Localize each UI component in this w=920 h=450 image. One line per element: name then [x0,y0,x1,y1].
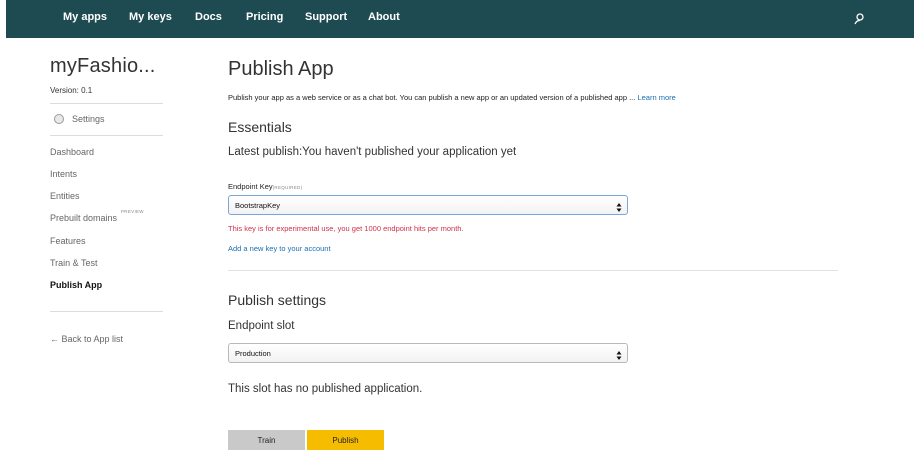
nav-docs[interactable]: Docs [195,11,222,23]
endpoint-key-label-text: Endpoint Key [228,182,273,191]
select-arrows-icon [616,200,622,212]
sidebar-item-intents[interactable]: Intents [50,169,77,179]
essentials-heading: Essentials [228,119,292,135]
train-button[interactable]: Train [228,430,305,450]
required-marker: (REQUIRED) [272,185,303,190]
sidebar-item-dashboard[interactable]: Dashboard [50,147,94,157]
endpoint-key-label: Endpoint Key(REQUIRED) [228,182,302,191]
sidebar-item-train-test[interactable]: Train & Test [50,258,98,268]
sidebar-divider [50,135,163,136]
endpoint-key-select[interactable]: BootstrapKey [228,195,628,215]
learn-more-link[interactable]: Learn more [637,93,675,102]
endpoint-key-value: BootstrapKey [235,201,281,210]
section-divider [228,270,838,271]
sidebar-item-publish-app[interactable]: Publish App [50,280,102,290]
sidebar-item-prebuilt-domains[interactable]: Prebuilt domains PREVIEW [50,209,144,223]
sidebar-item-entities[interactable]: Entities [50,191,80,201]
sidebar-item-features[interactable]: Features [50,236,86,246]
app-version: Version: 0.1 [50,86,93,95]
no-published-message: This slot has no published application. [228,383,423,395]
main-content: Publish App Publish your app as a web se… [228,0,848,450]
user-icon[interactable] [852,12,866,26]
select-arrows-icon [616,348,622,360]
preview-badge: PREVIEW [121,209,144,214]
endpoint-slot-select[interactable]: Production [228,343,628,363]
sidebar-divider [50,311,163,312]
endpoint-slot-label: Endpoint slot [228,320,295,332]
publish-button[interactable]: Publish [307,430,384,450]
key-warning-text: This key is for experimental use, you ge… [228,224,464,233]
publish-settings-heading: Publish settings [228,292,327,308]
sidebar-divider [50,103,163,104]
settings-icon [54,114,64,124]
description-text: Publish your app as a web service or as … [228,93,636,102]
app-name: myFashio... [50,55,156,77]
add-key-link[interactable]: Add a new key to your account [228,244,331,253]
nav-my-keys[interactable]: My keys [129,11,172,23]
nav-my-apps[interactable]: My apps [63,11,107,23]
sidebar-item-label: Prebuilt domains [50,213,118,223]
back-to-app-list-link[interactable]: ← Back to App list [50,334,123,344]
settings-label: Settings [72,114,105,124]
page-description: Publish your app as a web service or as … [228,93,676,102]
page-title: Publish App [228,58,334,80]
settings-button[interactable]: Settings [54,113,105,125]
endpoint-slot-value: Production [235,349,271,358]
latest-publish-status: Latest publish:You haven't published you… [228,146,517,158]
